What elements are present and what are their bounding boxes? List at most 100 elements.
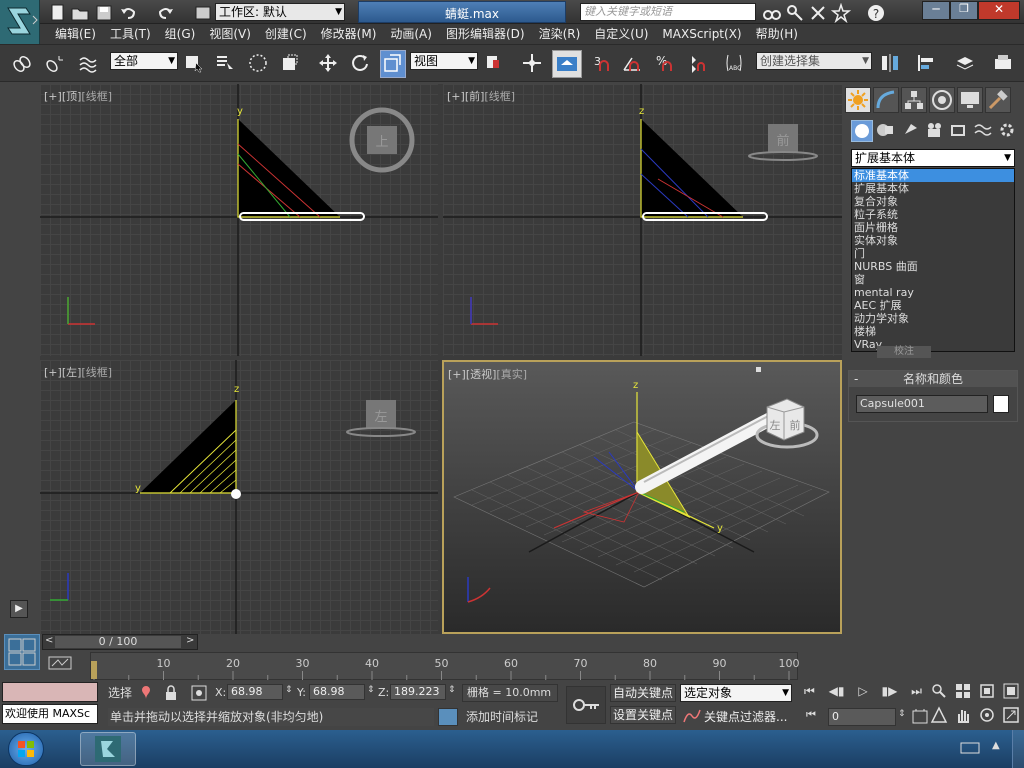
show-desktop-button[interactable] [1012, 730, 1024, 768]
spacewarps-button[interactable] [973, 120, 995, 142]
tab-display[interactable] [957, 87, 983, 113]
spinner-snap-icon[interactable] [688, 53, 708, 73]
x-spinner-icon[interactable]: ⇕ [285, 685, 293, 695]
viewport-layout-button[interactable] [4, 634, 40, 670]
maximize-icon[interactable]: ❐ [950, 1, 978, 20]
absolute-mode-icon[interactable] [190, 684, 208, 702]
current-frame-input[interactable]: 0 [828, 708, 896, 726]
binoculars-icon[interactable] [762, 3, 782, 23]
lights-button[interactable] [901, 120, 923, 142]
angle-snap-icon[interactable] [622, 53, 642, 73]
tab-utilities[interactable] [985, 87, 1011, 113]
go-to-end-icon[interactable]: ⏭ [911, 684, 922, 702]
lock-selection-icon[interactable] [163, 684, 179, 702]
viewport-left[interactable]: [+][左][线框] z y 左 [40, 360, 438, 634]
percent-snap-icon[interactable]: % [655, 53, 675, 73]
viewport-top[interactable]: [+][顶][线框] y 上 [40, 84, 438, 356]
tools-icon[interactable] [808, 3, 828, 23]
select-object-icon[interactable] [184, 53, 204, 73]
tray-expand-icon[interactable]: ▲ [992, 740, 1004, 756]
curve-editor-icon[interactable] [48, 656, 72, 670]
close-icon[interactable]: ✕ [978, 1, 1020, 20]
frame-spinner-icon[interactable]: ⇕ [898, 709, 906, 719]
menu-edit[interactable]: 编辑(E) [48, 24, 103, 44]
set-key-button[interactable] [566, 686, 606, 724]
snap-toggle-icon[interactable]: 3 [592, 53, 612, 73]
workspace-dropdown[interactable]: 工作区: 默认 ▼ [215, 3, 345, 21]
next-frame-icon[interactable]: > [186, 635, 194, 646]
menu-rendering[interactable]: 渲染(R) [532, 24, 588, 44]
x-coordinate-input[interactable]: 68.98 [227, 684, 283, 700]
pivot-center-icon[interactable] [484, 53, 504, 73]
isolate-icon[interactable] [138, 684, 154, 702]
key-filters-button[interactable]: 关键点过滤器... [704, 708, 794, 726]
zoom-icon[interactable] [930, 682, 948, 700]
category-option[interactable]: 粒子系统 [852, 208, 1014, 221]
tab-create[interactable] [845, 87, 871, 113]
help-icon[interactable]: ? [866, 3, 886, 23]
category-option[interactable]: 复合对象 [852, 195, 1014, 208]
play-icon[interactable]: ▷ [858, 684, 867, 702]
systems-button[interactable] [997, 120, 1019, 142]
y-spinner-icon[interactable]: ⇕ [367, 685, 375, 695]
menu-views[interactable]: 视图(V) [202, 24, 258, 44]
minimize-icon[interactable]: ─ [922, 1, 950, 20]
scene-explorer-icon[interactable] [993, 53, 1013, 73]
key-curve-icon[interactable] [682, 708, 702, 724]
track-bar[interactable]: 10 20 30 40 50 60 70 80 90 100 [90, 652, 799, 680]
select-by-name-icon[interactable] [215, 53, 235, 73]
menu-graph-editors[interactable]: 图形编辑器(D) [439, 24, 532, 44]
category-option[interactable]: 窗 [852, 273, 1014, 286]
category-option[interactable]: 动力学对象 [852, 312, 1014, 325]
save-file-icon[interactable] [94, 3, 114, 23]
time-slider[interactable]: < 0 / 100 > [42, 634, 198, 650]
go-to-start-icon[interactable]: ⏮ [804, 684, 815, 702]
field-of-view-icon[interactable] [930, 706, 948, 724]
undo-icon[interactable] [118, 3, 138, 23]
orbit-icon[interactable] [978, 706, 996, 724]
selection-filter-dropdown[interactable]: 全部 ▼ [110, 52, 178, 70]
key-icon[interactable] [785, 3, 805, 23]
key-mode-toggle-icon[interactable]: ⏮ [806, 708, 826, 726]
menu-help[interactable]: 帮助(H) [749, 24, 805, 44]
previous-key-icon[interactable]: ◀▮ [829, 684, 845, 702]
viewport-perspective[interactable]: [+][透视][真实] z y 左 前 [442, 360, 842, 634]
object-name-input[interactable]: Capsule001 [856, 395, 988, 413]
align-icon[interactable] [916, 53, 936, 73]
unlink-icon[interactable] [45, 54, 65, 74]
ref-coord-dropdown[interactable]: 视图 ▼ [410, 52, 478, 70]
helpers-button[interactable] [949, 120, 971, 142]
mirror-icon[interactable] [880, 53, 900, 73]
open-file-icon[interactable] [70, 3, 90, 23]
category-option[interactable]: AEC 扩展 [852, 299, 1014, 312]
viewport-front[interactable]: [+][前][线框] z 前 [443, 84, 842, 356]
time-cursor[interactable] [91, 661, 97, 679]
category-dropdown[interactable]: 扩展基本体 ▼ [851, 149, 1015, 167]
set-key-mode-button[interactable]: 设置关键点 [610, 706, 676, 724]
menu-animation[interactable]: 动画(A) [383, 24, 439, 44]
link-icon[interactable] [12, 54, 32, 74]
tab-hierarchy[interactable] [901, 87, 927, 113]
z-spinner-icon[interactable]: ⇕ [448, 685, 456, 695]
redo-icon[interactable] [156, 3, 176, 23]
keyboard-tray-icon[interactable] [960, 740, 980, 756]
pan-icon[interactable] [954, 706, 972, 724]
taskbar-app-3dsmax[interactable] [80, 732, 136, 766]
category-option[interactable]: 标准基本体 [852, 169, 1014, 182]
category-option[interactable]: 门 [852, 247, 1014, 260]
app-logo-button[interactable] [0, 0, 40, 44]
rollout-header[interactable]: - 名称和颜色 [849, 371, 1017, 387]
move-icon[interactable] [318, 53, 338, 73]
zoom-all-icon[interactable] [954, 682, 972, 700]
tab-motion[interactable] [929, 87, 955, 113]
selection-set-dropdown[interactable]: 选定对象 ▼ [680, 684, 792, 702]
next-key-icon[interactable]: ▮▶ [881, 684, 897, 702]
menu-customize[interactable]: 自定义(U) [587, 24, 655, 44]
partially-hidden-button[interactable]: 校注 [877, 346, 931, 358]
menu-group[interactable]: 组(G) [158, 24, 203, 44]
category-option[interactable]: NURBS 曲面 [852, 260, 1014, 273]
expand-arrow-icon[interactable]: ▶ [10, 600, 28, 618]
category-option[interactable]: 扩展基本体 [852, 182, 1014, 195]
scale-tool-button[interactable] [380, 50, 406, 78]
menu-create[interactable]: 创建(C) [258, 24, 314, 44]
